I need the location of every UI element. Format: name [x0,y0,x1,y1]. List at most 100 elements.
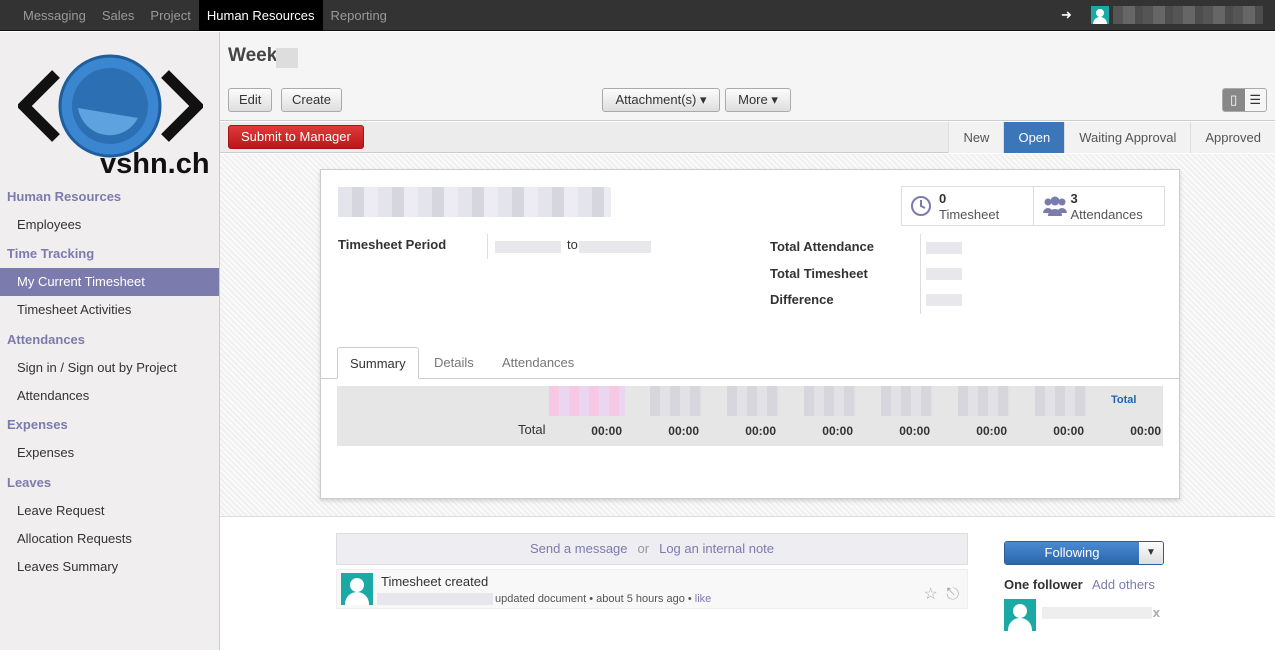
sidebar-item-employees[interactable]: Employees [0,211,219,239]
follower-item: x [1004,599,1164,631]
remove-follower-icon[interactable]: x [1153,605,1160,620]
page-title: Week [228,45,278,66]
day-header-redacted [881,386,933,416]
sidebar-item-expenses[interactable]: Expenses [0,439,219,467]
day-total-cell: 00:00 [822,424,853,438]
top-menu: Messaging Sales Project Human Resources … [15,0,395,31]
inbox-icon[interactable]: ⎋ [946,586,959,603]
more-button[interactable]: More ▾ [725,88,791,112]
log-note-link[interactable]: Log an internal note [659,541,774,556]
meta-sep: • [687,593,692,605]
field-divider [487,234,488,259]
following-label[interactable]: Following [1005,542,1139,564]
nav-header-expenses[interactable]: Expenses [0,411,219,439]
summary-table: Total Total 00:00 00:00 00:00 00:00 00:0… [337,386,1163,446]
day-total-cell: 00:00 [976,424,1007,438]
sidebar-item-timesheet-activities[interactable]: Timesheet Activities [0,296,219,324]
clock-icon [911,196,931,216]
menu-reporting[interactable]: Reporting [323,0,395,31]
grand-total-cell: 00:00 [1130,424,1161,438]
form-view-icon[interactable]: ▯ [1223,89,1245,111]
timesheet-label: Timesheet [939,207,1000,222]
message-composer: Send a message or Log an internal note [336,533,968,565]
chatter: Send a message or Log an internal note Tim… [220,516,1275,650]
field-divider [920,234,921,314]
edit-button[interactable]: Edit [228,88,273,112]
add-others-link[interactable]: Add others [1092,577,1155,592]
day-total-cell: 00:00 [591,424,622,438]
day-total-cell: 00:00 [745,424,776,438]
author-name-redacted[interactable] [377,593,493,605]
stage-approved[interactable]: Approved [1190,122,1275,153]
nav-section-expenses: Expenses Expenses [0,411,219,467]
sidebar-item-sign-in-out[interactable]: Sign in / Sign out by Project [0,354,219,382]
stage-open[interactable]: Open [1003,122,1065,153]
like-link[interactable]: like [695,593,712,605]
sidebar-item-allocation-requests[interactable]: Allocation Requests [0,525,219,553]
sidebar-item-leaves-summary[interactable]: Leaves Summary [0,553,219,581]
nav-header-attendances[interactable]: Attendances [0,326,219,354]
menu-project[interactable]: Project [142,0,198,31]
nav-section-leaves: Leaves Leave Request Allocation Requests… [0,469,219,581]
tab-summary[interactable]: Summary [337,347,419,379]
main-content: Week Edit Create Attachment(s) ▾ More ▾ … [220,32,1275,650]
difference-label: Difference [770,292,834,307]
day-total-cell: 00:00 [1053,424,1084,438]
menu-sales[interactable]: Sales [94,0,143,31]
send-message-link[interactable]: Send a message [530,541,628,556]
user-avatar[interactable] [1091,6,1109,24]
form-sheet: 0 Timesheet 3 Attendances Timesheet Peri… [320,169,1180,499]
follower-name-redacted[interactable] [1042,607,1152,619]
nav-section-human-resources: Human Resources Employees [0,183,219,239]
user-name-redacted[interactable] [1113,6,1263,24]
menu-messaging[interactable]: Messaging [15,0,94,31]
message-action: updated document [495,593,587,605]
author-avatar[interactable] [341,573,373,605]
sidebar-item-my-current-timesheet[interactable]: My Current Timesheet [0,268,219,296]
nav-header-time-tracking[interactable]: Time Tracking [0,240,219,268]
timesheet-count: 0 [939,191,947,206]
attendances-smart-button[interactable]: 3 Attendances [1034,187,1165,225]
form-background: 0 Timesheet 3 Attendances Timesheet Peri… [220,154,1275,516]
sidebar-item-leave-request[interactable]: Leave Request [0,497,219,525]
stage-pipeline: New Open Waiting Approval Approved [948,122,1275,153]
nav-header-leaves[interactable]: Leaves [0,469,219,497]
attachments-button[interactable]: Attachment(s) ▾ [602,88,720,112]
smart-buttons: 0 Timesheet 3 Attendances [901,186,1165,226]
period-start-redacted [495,241,561,253]
total-timesheet-redacted [926,268,962,280]
attendances-label: Attendances [1070,207,1143,222]
day-total-cell: 00:00 [899,424,930,438]
nav-section-attendances: Attendances Sign in / Sign out by Projec… [0,326,219,410]
list-view-icon[interactable]: ☰ [1245,89,1267,111]
total-row-label: Total [518,422,546,437]
day-total-cell: 00:00 [668,424,699,438]
day-header-redacted [549,386,625,416]
attendances-count: 3 [1070,191,1078,206]
submit-to-manager-button[interactable]: Submit to Manager [228,125,364,149]
view-header: Week Edit Create Attachment(s) ▾ More ▾ … [220,32,1275,121]
total-timesheet-label: Total Timesheet [770,266,868,281]
follower-avatar[interactable] [1004,599,1036,631]
menu-human-resources[interactable]: Human Resources [198,0,323,31]
logout-icon[interactable]: ➜ [1061,7,1081,23]
caret-down-icon[interactable]: ▼ [1139,542,1163,564]
message-title: Timesheet created [381,574,489,589]
stage-waiting-approval[interactable]: Waiting Approval [1064,122,1191,153]
timesheet-smart-button[interactable]: 0 Timesheet [902,187,1034,225]
chatter-message: Timesheet created updated document • abo… [336,569,968,609]
nav-section-time-tracking: Time Tracking My Current Timesheet Times… [0,240,219,324]
stage-new[interactable]: New [948,122,1004,153]
tab-details[interactable]: Details [422,347,486,379]
create-button[interactable]: Create [281,88,343,112]
notebook-tabs: Summary Details Attendances [321,347,1179,379]
period-to-label: to [567,237,578,252]
star-icon[interactable]: ☆ [924,586,938,603]
following-button[interactable]: Following ▼ [1004,541,1164,565]
total-attendance-redacted [926,242,962,254]
nav-header-human-resources[interactable]: Human Resources [0,183,219,211]
message-actions: ☆ ⎋ [924,584,959,604]
sidebar-item-attendances[interactable]: Attendances [0,382,219,410]
difference-redacted [926,294,962,306]
tab-attendances[interactable]: Attendances [490,347,586,379]
